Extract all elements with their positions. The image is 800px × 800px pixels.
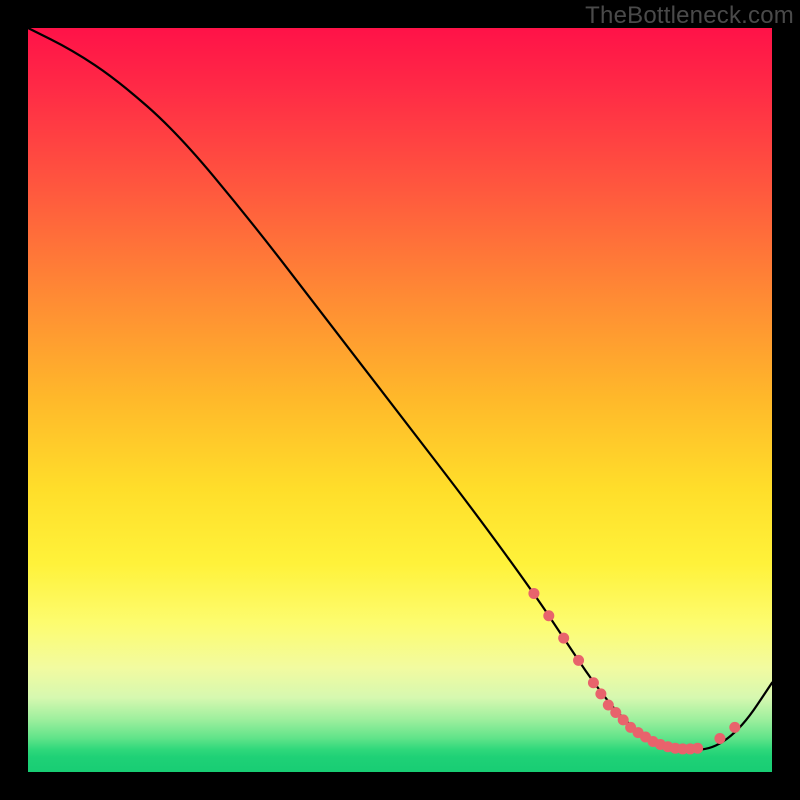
marker-dot (573, 655, 584, 666)
marker-dot (595, 688, 606, 699)
marker-dot (543, 610, 554, 621)
chart-frame: TheBottleneck.com (0, 0, 800, 800)
marker-dot (692, 743, 703, 754)
marker-dot (558, 633, 569, 644)
marker-dot (714, 733, 725, 744)
watermark-text: TheBottleneck.com (585, 2, 794, 30)
plot-area (28, 28, 772, 772)
curve-svg (28, 28, 772, 772)
marker-dot (729, 722, 740, 733)
marker-dot (528, 588, 539, 599)
marker-dot (588, 677, 599, 688)
bottleneck-curve (28, 28, 772, 750)
highlight-markers (528, 588, 740, 754)
